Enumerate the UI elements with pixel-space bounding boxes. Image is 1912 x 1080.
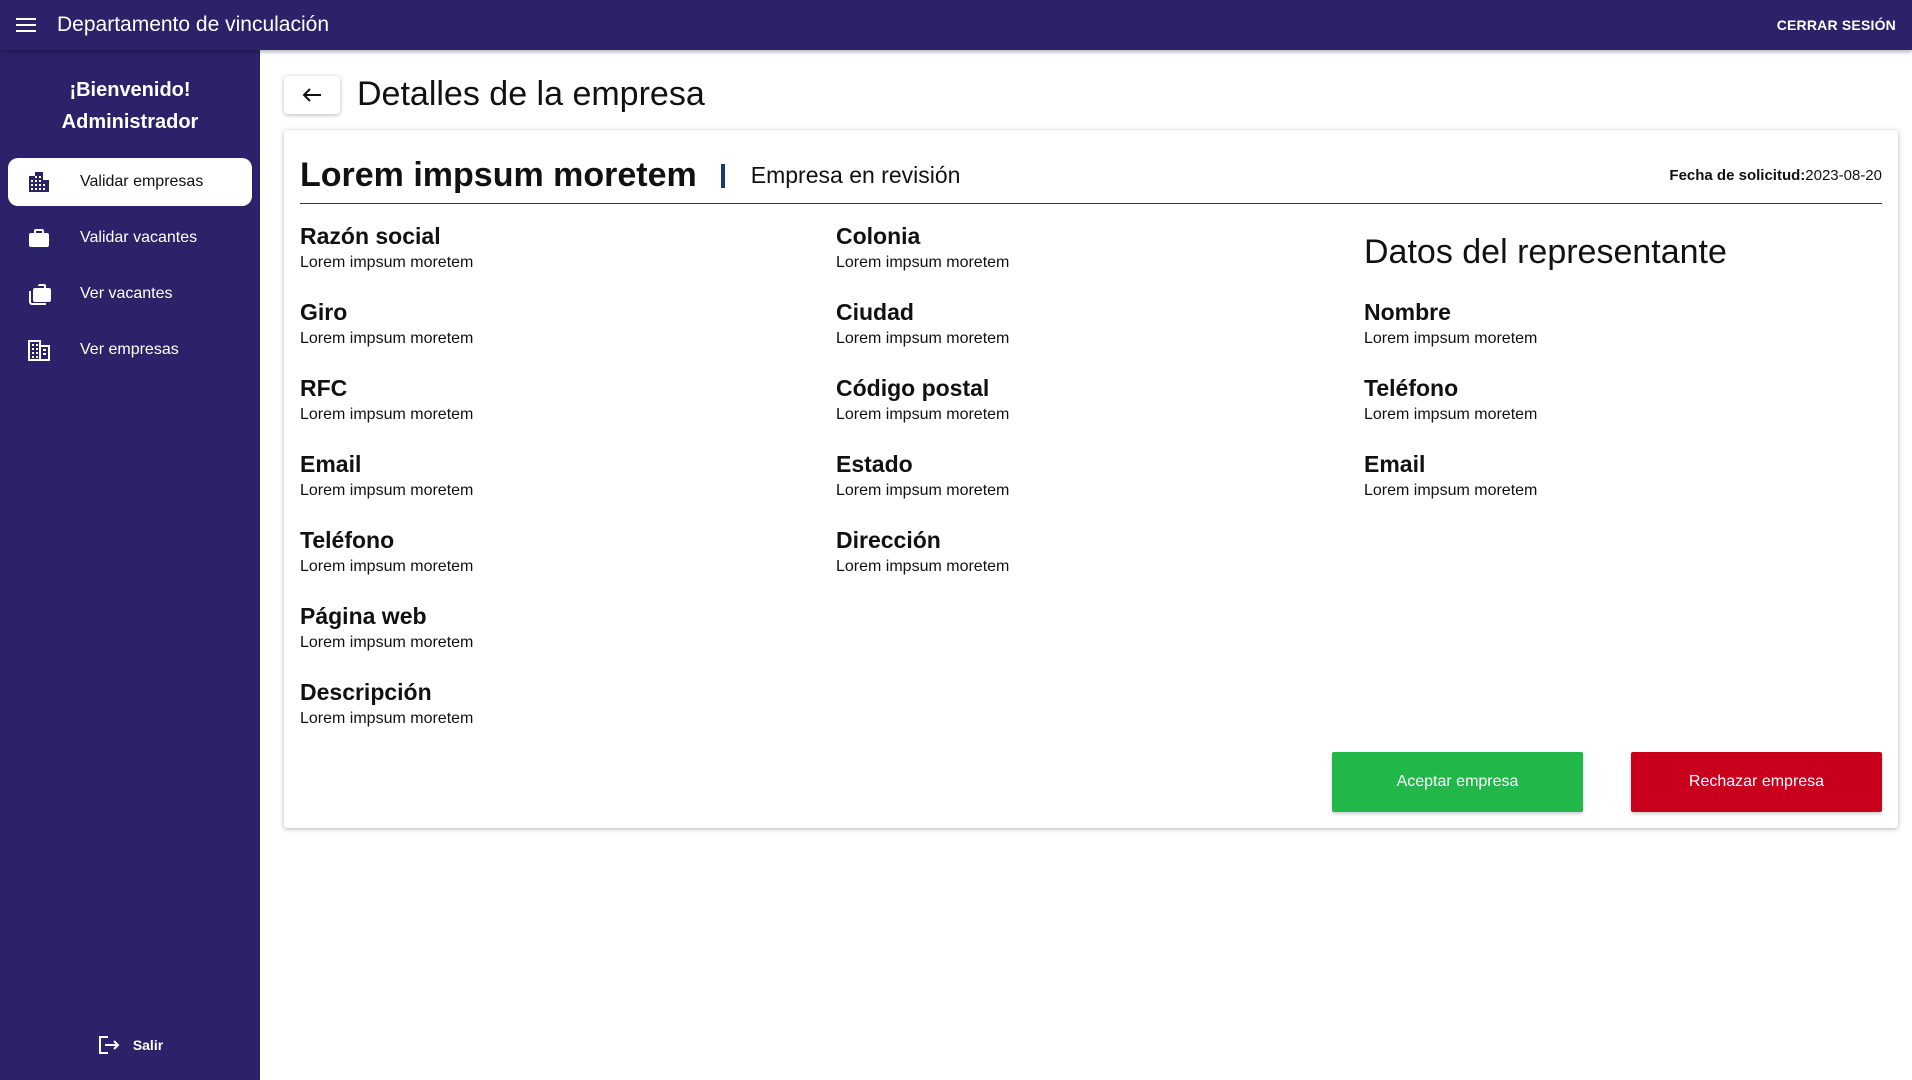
status-text: Empresa en revisión: [750, 162, 961, 188]
field-razon-social: Razón social Lorem impsum moretem: [300, 222, 473, 298]
sidebar: ¡Bienvenido! Administrador Validar empre…: [0, 50, 260, 1080]
page-title: Detalles de la empresa: [357, 75, 705, 113]
page-header: Detalles de la empresa: [284, 75, 705, 114]
sidebar-item-ver-vacantes[interactable]: Ver vacantes: [8, 270, 252, 318]
field-value: Lorem impsum moretem: [300, 406, 474, 423]
sidebar-item-label: Validar vacantes: [80, 229, 198, 246]
title-divider: [720, 163, 725, 188]
back-button[interactable]: [284, 75, 340, 114]
field-label: Giro: [300, 299, 348, 325]
company-info-column: Razón social Lorem impsum moretem Giro Lor…: [300, 222, 473, 754]
company-details-card: Lorem impsum moretem Empresa en revisión…: [284, 130, 1898, 828]
app-bar: Departamento de vinculación CERRAR SESIÓ…: [0, 0, 1912, 50]
field-rep-email: Email Lorem impsum moretem: [1364, 450, 1727, 526]
main-content: Detalles de la empresa Lorem impsum more…: [260, 50, 1912, 1080]
app-title: Departamento de vinculación: [57, 13, 329, 36]
logout-button[interactable]: CERRAR SESIÓN: [1777, 0, 1896, 50]
field-value: Lorem impsum moretem: [836, 330, 1010, 347]
accept-company-button[interactable]: Aceptar empresa: [1332, 752, 1583, 812]
field-value: Lorem impsum moretem: [300, 482, 474, 499]
field-value: Lorem impsum moretem: [300, 558, 474, 575]
field-value: Lorem impsum moretem: [300, 634, 474, 651]
buildings-icon: [24, 168, 54, 196]
field-label: Teléfono: [300, 527, 395, 553]
briefcases-icon: [24, 280, 54, 308]
field-rep-nombre: Nombre Lorem impsum moretem: [1364, 298, 1727, 374]
field-value: Lorem impsum moretem: [300, 254, 474, 271]
sidebar-item-validar-vacantes[interactable]: Validar vacantes: [8, 214, 252, 262]
reject-company-button[interactable]: Rechazar empresa: [1631, 752, 1882, 812]
request-date-value: 2023-08-20: [1805, 167, 1882, 184]
exit-label: Salir: [132, 1037, 164, 1053]
welcome-message: ¡Bienvenido! Administrador: [0, 74, 260, 138]
field-label: Razón social: [300, 223, 441, 249]
field-label: Colonia: [836, 223, 921, 249]
welcome-line-1: ¡Bienvenido!: [69, 79, 191, 101]
welcome-line-2: Administrador: [61, 111, 199, 133]
field-rep-telefono: Teléfono Lorem impsum moretem: [1364, 374, 1727, 450]
request-date: Fecha de solicitud:2023-08-20: [1669, 167, 1882, 184]
field-descripcion: Descripción Lorem impsum moretem: [300, 678, 473, 754]
field-value: Lorem impsum moretem: [1364, 406, 1538, 423]
field-label: Página web: [300, 603, 427, 629]
representative-column: Datos del representante Nombre Lorem imps…: [1364, 222, 1727, 526]
field-ciudad: Ciudad Lorem impsum moretem: [836, 298, 1009, 374]
representative-title: Datos del representante: [1364, 233, 1727, 271]
arrow-left-icon: [302, 87, 321, 102]
field-label: RFC: [300, 375, 348, 401]
field-label: Teléfono: [1364, 375, 1459, 401]
sidebar-item-label: Ver empresas: [80, 341, 179, 358]
menu-icon[interactable]: [16, 10, 46, 40]
field-label: Código postal: [836, 375, 990, 401]
field-telefono: Teléfono Lorem impsum moretem: [300, 526, 473, 602]
field-email: Email Lorem impsum moretem: [300, 450, 473, 526]
field-label: Ciudad: [836, 299, 914, 325]
address-column: Colonia Lorem impsum moretem Ciudad Lorem …: [836, 222, 1009, 602]
action-buttons: Aceptar empresa Rechazar empresa: [1332, 752, 1882, 812]
field-codigo-postal: Código postal Lorem impsum moretem: [836, 374, 1009, 450]
field-label: Dirección: [836, 527, 941, 553]
field-value: Lorem impsum moretem: [836, 254, 1010, 271]
company-name: Lorem impsum moretem: [300, 156, 697, 194]
exit-icon: [98, 1036, 120, 1054]
field-giro: Giro Lorem impsum moretem: [300, 298, 473, 374]
field-value: Lorem impsum moretem: [836, 558, 1010, 575]
sidebar-nav: Validar empresas Validar vacantes Ver va…: [0, 158, 260, 374]
company-icon: [24, 336, 54, 364]
field-colonia: Colonia Lorem impsum moretem: [836, 222, 1009, 298]
field-value: Lorem impsum moretem: [836, 406, 1010, 423]
field-value: Lorem impsum moretem: [1364, 482, 1538, 499]
field-label: Nombre: [1364, 299, 1451, 325]
field-rfc: RFC Lorem impsum moretem: [300, 374, 473, 450]
field-label: Email: [1364, 451, 1426, 477]
field-pagina-web: Página web Lorem impsum moretem: [300, 602, 473, 678]
field-direccion: Dirección Lorem impsum moretem: [836, 526, 1009, 602]
sidebar-item-label: Ver vacantes: [80, 285, 173, 302]
request-date-label: Fecha de solicitud:: [1669, 167, 1806, 184]
field-value: Lorem impsum moretem: [300, 330, 474, 347]
field-label: Email: [300, 451, 362, 477]
sidebar-item-label: Validar empresas: [80, 173, 204, 190]
exit-button[interactable]: Salir: [0, 1034, 260, 1056]
card-header: Lorem impsum moretem Empresa en revisión…: [300, 148, 1882, 204]
field-value: Lorem impsum moretem: [1364, 330, 1538, 347]
field-label: Descripción: [300, 679, 432, 705]
field-value: Lorem impsum moretem: [836, 482, 1010, 499]
sidebar-item-validar-empresas[interactable]: Validar empresas: [8, 158, 252, 206]
field-value: Lorem impsum moretem: [300, 710, 474, 727]
briefcase-icon: [24, 224, 54, 252]
field-label: Estado: [836, 451, 913, 477]
sidebar-item-ver-empresas[interactable]: Ver empresas: [8, 326, 252, 374]
field-estado: Estado Lorem impsum moretem: [836, 450, 1009, 526]
